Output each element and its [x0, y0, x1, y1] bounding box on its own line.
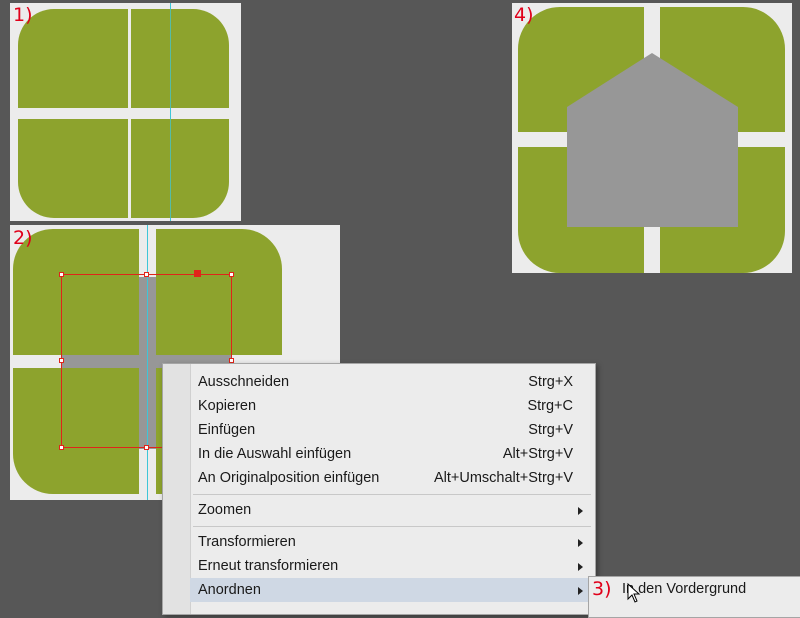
rotation-handle[interactable] — [194, 270, 201, 277]
step-label-4: 4) — [514, 4, 534, 26]
menu-separator — [193, 526, 591, 527]
menu-item-ausschneiden[interactable]: Ausschneiden Strg+X — [190, 370, 595, 394]
menu-item-anordnen[interactable]: Anordnen — [190, 578, 595, 602]
menu-item-shortcut: Strg+X — [528, 374, 573, 390]
menu-separator — [193, 494, 591, 495]
quadrant-top-right — [131, 9, 229, 108]
menu-icon-column — [163, 364, 191, 614]
menu-item-erneut-transformieren[interactable]: Erneut transformieren — [190, 554, 595, 578]
anordnen-submenu: In den Vordergrund — [588, 576, 800, 618]
menu-item-label: Kopieren — [198, 398, 257, 414]
chevron-right-icon — [578, 563, 583, 571]
context-menu: Ausschneiden Strg+X Kopieren Strg+C Einf… — [162, 363, 596, 615]
menu-item-label: Einfügen — [198, 422, 256, 438]
menu-item-label: An Originalposition einfügen — [198, 470, 380, 486]
menu-item-in-auswahl-einfuegen[interactable]: In die Auswahl einfügen Alt+Strg+V — [190, 442, 595, 466]
chevron-right-icon — [578, 507, 583, 515]
selection-handle-top-left[interactable] — [59, 272, 64, 277]
artboard-step-4 — [512, 3, 792, 273]
selection-handle-middle-left[interactable] — [59, 358, 64, 363]
menu-item-label: Zoomen — [198, 502, 252, 518]
step-label-2: 2) — [13, 227, 33, 249]
menu-item-label: Erneut transformieren — [198, 558, 339, 574]
step-label-3: 3) — [592, 578, 612, 600]
quadrant-bottom-right — [131, 119, 229, 218]
menu-item-shortcut: Alt+Strg+V — [502, 446, 573, 462]
menu-item-shortcut: Strg+V — [528, 422, 573, 438]
menu-item-label: Ausschneiden — [198, 374, 290, 390]
step-label-1: 1) — [13, 4, 33, 26]
menu-item-kopieren[interactable]: Kopieren Strg+C — [190, 394, 595, 418]
selection-handle-bottom-left[interactable] — [59, 445, 64, 450]
menu-item-zoomen[interactable]: Zoomen — [190, 498, 595, 522]
menu-item-label: Anordnen — [198, 582, 261, 598]
mouse-pointer-icon — [627, 583, 641, 603]
menu-item-einfuegen[interactable]: Einfügen Strg+V — [190, 418, 595, 442]
chevron-right-icon — [578, 587, 583, 595]
house-shape — [567, 53, 738, 227]
vertical-guide-overlay — [170, 3, 171, 221]
menu-item-transformieren[interactable]: Transformieren — [190, 530, 595, 554]
menu-item-shortcut: Alt+Umschalt+Strg+V — [433, 470, 573, 486]
quadrant-top-left — [18, 9, 128, 108]
menu-item-label: In die Auswahl einfügen — [198, 446, 352, 462]
menu-item-an-originalposition-einfuegen[interactable]: An Originalposition einfügen Alt+Umschal… — [190, 466, 595, 490]
selection-handle-bottom-center[interactable] — [144, 445, 149, 450]
artboard-step-1 — [10, 3, 241, 221]
chevron-right-icon — [578, 539, 583, 547]
selection-handle-top-center[interactable] — [144, 272, 149, 277]
quadrant-bottom-left — [18, 119, 128, 218]
menu-item-shortcut: Strg+C — [527, 398, 573, 414]
menu-item-label: Transformieren — [198, 534, 296, 550]
selection-handle-top-right[interactable] — [229, 272, 234, 277]
